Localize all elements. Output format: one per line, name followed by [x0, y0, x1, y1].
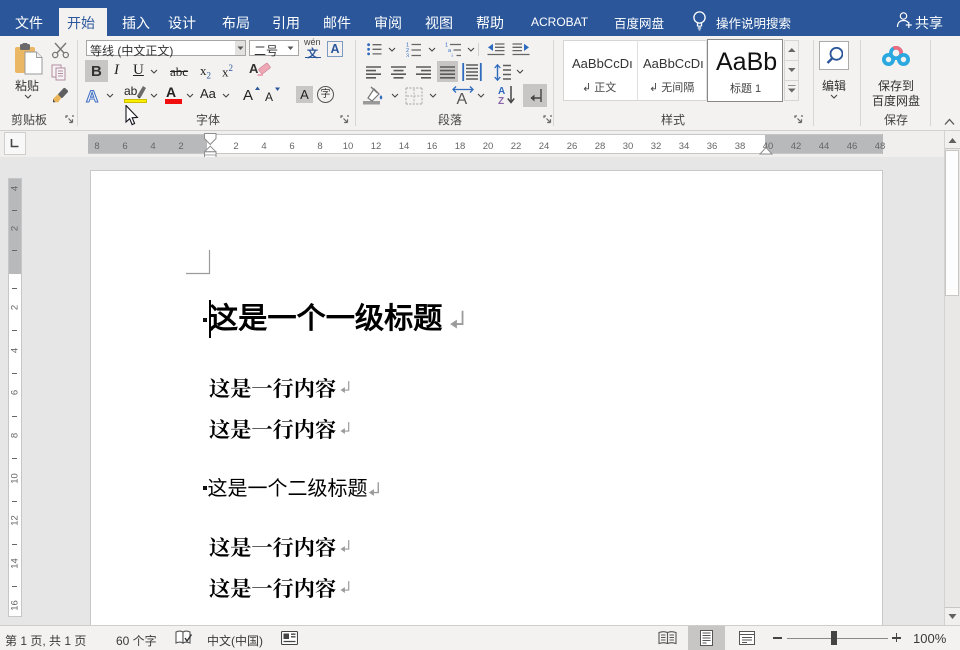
svg-text:A: A [457, 91, 468, 105]
svg-text:A: A [86, 87, 98, 105]
svg-text:A: A [249, 61, 259, 76]
svg-text:3: 3 [406, 54, 409, 58]
svg-text:Z: Z [498, 96, 504, 105]
svg-text:A: A [265, 90, 273, 102]
svg-text:A: A [243, 87, 253, 102]
svg-text:i: i [452, 54, 453, 58]
